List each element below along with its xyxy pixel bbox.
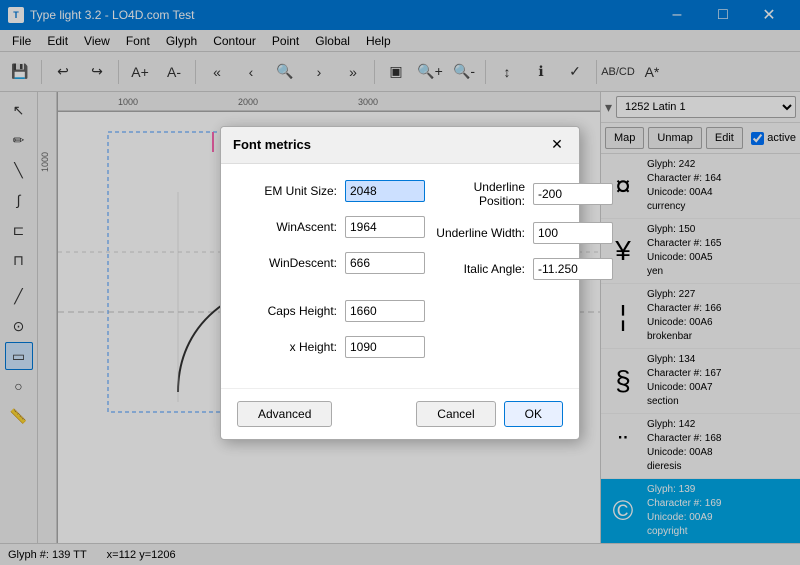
dialog-footer: Advanced Cancel OK (221, 388, 579, 439)
winascent-input[interactable] (345, 216, 425, 238)
x-height-row: x Height: (237, 336, 425, 358)
font-metrics-dialog: Font metrics ✕ EM Unit Size: WinAscent: … (220, 126, 580, 440)
em-unit-row: EM Unit Size: (237, 180, 425, 202)
ok-button[interactable]: OK (504, 401, 563, 427)
dialog-close-button[interactable]: ✕ (547, 135, 567, 155)
winascent-label: WinAscent: (237, 220, 337, 234)
cancel-button[interactable]: Cancel (416, 401, 495, 427)
winascent-row: WinAscent: (237, 216, 425, 238)
x-height-input[interactable] (345, 336, 425, 358)
dialog-body: EM Unit Size: WinAscent: WinDescent: Cap… (221, 164, 579, 388)
dialog-col-right: Underline Position: Underline Width: Ita… (425, 180, 613, 372)
em-unit-input[interactable] (345, 180, 425, 202)
underline-pos-label: Underline Position: (425, 180, 525, 208)
underline-width-label: Underline Width: (425, 226, 525, 240)
windescent-input[interactable] (345, 252, 425, 274)
em-unit-label: EM Unit Size: (237, 184, 337, 198)
underline-width-row: Underline Width: (425, 222, 613, 244)
underline-pos-row: Underline Position: (425, 180, 613, 208)
underline-width-input[interactable] (533, 222, 613, 244)
dialog-title-text: Font metrics (233, 137, 311, 152)
italic-angle-label: Italic Angle: (425, 262, 525, 276)
x-height-label: x Height: (237, 340, 337, 354)
caps-height-label: Caps Height: (237, 304, 337, 318)
underline-pos-input[interactable] (533, 183, 613, 205)
windescent-label: WinDescent: (237, 256, 337, 270)
advanced-button[interactable]: Advanced (237, 401, 332, 427)
dialog-title-bar: Font metrics ✕ (221, 127, 579, 164)
caps-height-row: Caps Height: (237, 300, 425, 322)
caps-height-input[interactable] (345, 300, 425, 322)
modal-backdrop: Font metrics ✕ EM Unit Size: WinAscent: … (0, 0, 800, 565)
italic-angle-row: Italic Angle: (425, 258, 613, 280)
italic-angle-input[interactable] (533, 258, 613, 280)
windescent-row: WinDescent: (237, 252, 425, 274)
dialog-col-left: EM Unit Size: WinAscent: WinDescent: Cap… (237, 180, 425, 372)
